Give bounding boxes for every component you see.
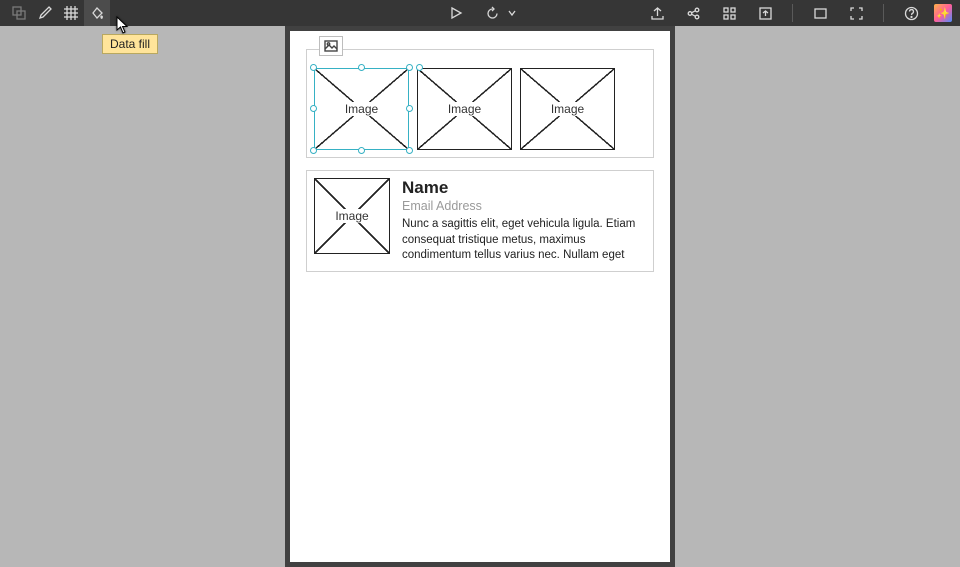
canvas-frame: Image Image [285,26,675,567]
card-body: Name Email Address Nunc a sagittis elit,… [402,178,646,264]
image-placeholder-selected[interactable]: Image [314,68,409,150]
image-row-panel[interactable]: Image Image [306,49,654,158]
resize-handle[interactable] [406,105,413,112]
user-avatar[interactable]: ✨ [934,4,952,22]
rotate-handle[interactable] [416,64,423,71]
resize-handle[interactable] [358,147,365,154]
toolbar-right-group: ✨ [644,0,960,26]
image-placeholder[interactable]: Image [417,68,512,150]
card-name[interactable]: Name [402,178,646,198]
top-toolbar: ✨ [0,0,960,26]
grid-icon[interactable] [58,0,84,26]
tooltip: Data fill [102,34,158,54]
fullscreen-icon[interactable] [843,0,869,26]
toolbar-separator [883,4,884,22]
refresh-icon[interactable] [479,0,505,26]
upload-icon[interactable] [644,0,670,26]
export-icon[interactable] [752,0,778,26]
profile-card-panel[interactable]: Image Name Email Address Nunc a sagittis… [306,170,654,272]
resize-handle[interactable] [310,105,317,112]
eyedropper-icon[interactable] [32,0,58,26]
dropdown-icon[interactable] [507,0,517,26]
page[interactable]: Image Image [290,31,670,562]
toolbar-left-group [0,0,110,26]
share-icon[interactable] [680,0,706,26]
image-placeholder[interactable]: Image [520,68,615,150]
profile-card: Image Name Email Address Nunc a sagittis… [314,178,646,264]
image-placeholder-label: Image [445,102,484,116]
image-gallery-icon[interactable] [319,36,343,56]
image-placeholder-label: Image [332,209,371,223]
image-placeholder[interactable]: Image [314,178,390,254]
play-icon[interactable] [443,0,469,26]
resize-handle[interactable] [406,64,413,71]
viewport-icon[interactable] [807,0,833,26]
toolbar-separator [792,4,793,22]
card-text[interactable]: Nunc a sagittis elit, eget vehicula ligu… [402,217,646,264]
data-fill-icon[interactable] [84,0,110,26]
toolbar-center-group [443,0,517,26]
image-row: Image Image [314,62,646,150]
resize-handle[interactable] [358,64,365,71]
apps-icon[interactable] [716,0,742,26]
image-placeholder-label: Image [548,102,587,116]
stage[interactable]: Image Image [0,26,960,567]
help-icon[interactable] [898,0,924,26]
image-placeholder-label: Image [342,102,381,116]
resize-handle[interactable] [310,147,317,154]
resize-handle[interactable] [406,147,413,154]
card-email[interactable]: Email Address [402,199,646,213]
resize-handle[interactable] [310,64,317,71]
group-icon[interactable] [6,0,32,26]
